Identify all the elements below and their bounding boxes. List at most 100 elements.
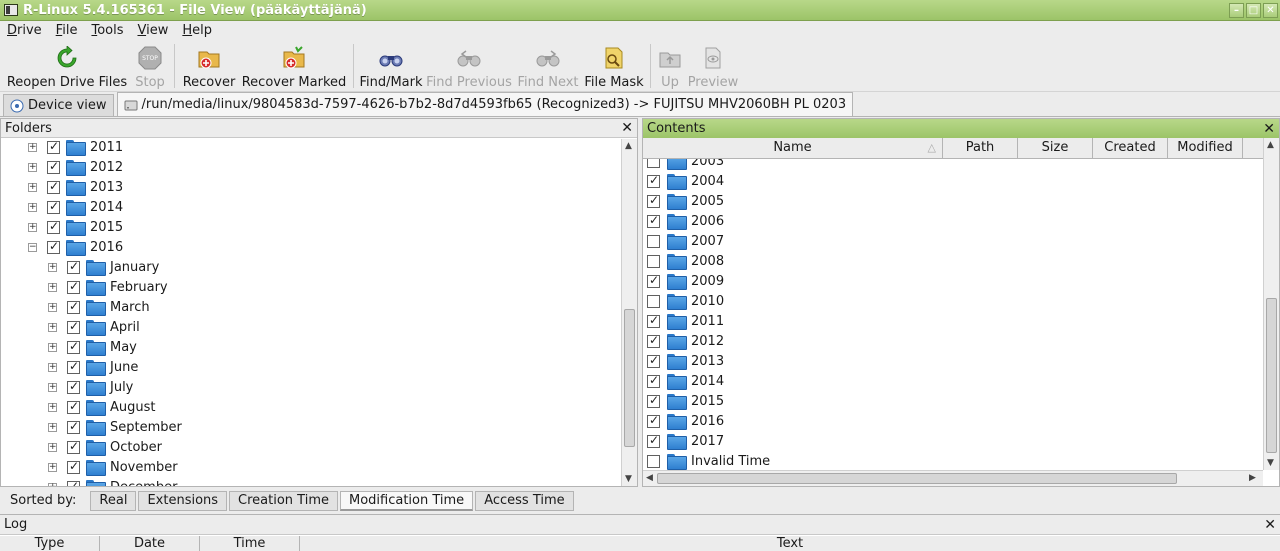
column-header-modified[interactable]: Modified (1168, 138, 1243, 158)
folder-checkbox[interactable] (47, 199, 60, 214)
expand-collapse-icon[interactable]: + (28, 162, 37, 172)
scroll-up-icon[interactable]: ▲ (1267, 140, 1274, 150)
folder-tree-item[interactable]: + May (48, 337, 137, 357)
column-header-size[interactable]: Size (1018, 138, 1093, 158)
expand-collapse-icon[interactable]: + (48, 302, 57, 312)
close-contents-pane-icon[interactable]: ✕ (1263, 122, 1275, 136)
expand-collapse-icon[interactable]: + (48, 402, 57, 412)
reopen-drive-files-button[interactable]: Reopen Drive Files (4, 41, 130, 92)
list-item[interactable]: Invalid Time (647, 451, 770, 470)
sort-extensions-button[interactable]: Extensions (138, 490, 228, 511)
folder-tree-item[interactable]: + February (48, 277, 168, 297)
folders-vertical-scrollbar[interactable]: ▲ ▼ (621, 139, 637, 486)
list-item[interactable]: 2014 (647, 371, 724, 391)
list-item[interactable]: 2009 (647, 271, 724, 291)
log-column-date[interactable]: Date (100, 536, 200, 551)
find-previous-button[interactable]: Find Previous (424, 41, 514, 92)
stop-button[interactable]: STOP Stop (130, 41, 170, 92)
list-item[interactable]: 2006 (647, 211, 724, 231)
folder-checkbox[interactable] (67, 439, 80, 454)
item-checkbox[interactable] (647, 454, 660, 468)
folder-checkbox[interactable] (47, 219, 60, 234)
item-checkbox[interactable] (647, 433, 660, 448)
item-checkbox[interactable] (647, 373, 660, 388)
item-checkbox[interactable] (647, 393, 660, 408)
column-header-path[interactable]: Path (943, 138, 1018, 158)
expand-collapse-icon[interactable]: + (48, 482, 57, 486)
sort-real-button[interactable]: Real (90, 490, 137, 511)
folder-checkbox[interactable] (67, 359, 80, 374)
expand-collapse-icon[interactable]: + (48, 322, 57, 332)
list-item[interactable]: 2017 (647, 431, 724, 451)
folder-tree-item[interactable]: + April (48, 317, 140, 337)
folder-checkbox[interactable] (67, 279, 80, 294)
expand-collapse-icon[interactable]: + (48, 362, 57, 372)
contents-horizontal-scrollbar[interactable]: ◀ ▶ (643, 470, 1263, 486)
find-next-button[interactable]: Find Next (514, 41, 582, 92)
up-button[interactable]: Up (655, 41, 685, 92)
expand-collapse-icon[interactable]: + (28, 202, 37, 212)
expand-collapse-icon[interactable]: + (48, 382, 57, 392)
maximize-button[interactable]: □ (1246, 2, 1261, 18)
item-checkbox[interactable] (647, 413, 660, 428)
folder-checkbox[interactable] (67, 479, 80, 486)
column-header-name[interactable]: Name △ (643, 138, 943, 158)
folder-checkbox[interactable] (67, 299, 80, 314)
expand-collapse-icon[interactable]: + (48, 422, 57, 432)
scroll-right-icon[interactable]: ▶ (1249, 473, 1256, 483)
folder-tree-item[interactable]: + July (48, 377, 133, 397)
file-mask-button[interactable]: File Mask (582, 41, 646, 92)
list-item[interactable]: 2007 (647, 231, 724, 251)
scroll-left-icon[interactable]: ◀ (646, 473, 653, 483)
item-checkbox[interactable] (647, 234, 660, 248)
list-item[interactable]: 2004 (647, 171, 724, 191)
item-checkbox[interactable] (647, 353, 660, 368)
folder-tree-item[interactable]: + October (48, 437, 162, 457)
expand-collapse-icon[interactable]: + (48, 442, 57, 452)
recover-button[interactable]: Recover (179, 41, 239, 92)
expand-collapse-icon[interactable]: + (48, 342, 57, 352)
folder-tree-item[interactable]: + November (48, 457, 178, 477)
folder-checkbox[interactable] (67, 339, 80, 354)
folder-tree-item[interactable]: + March (48, 297, 150, 317)
folder-tree-item[interactable]: +2013 (28, 177, 123, 197)
close-log-pane-icon[interactable]: ✕ (1264, 518, 1276, 532)
item-checkbox[interactable] (647, 294, 660, 308)
scrollbar-thumb[interactable] (657, 473, 1177, 484)
folder-checkbox[interactable] (47, 179, 60, 194)
folder-tree-item[interactable]: + August (48, 397, 156, 417)
close-folders-pane-icon[interactable]: ✕ (621, 121, 633, 135)
sort-access-time-button[interactable]: Access Time (475, 490, 574, 511)
item-checkbox[interactable] (647, 273, 660, 288)
item-checkbox[interactable] (647, 254, 660, 268)
folder-tree-item[interactable]: − 2016 (28, 237, 123, 257)
scroll-down-icon[interactable]: ▼ (625, 474, 632, 484)
minimize-button[interactable]: – (1229, 2, 1244, 18)
menu-drive[interactable]: Drive (0, 23, 49, 38)
contents-vertical-scrollbar[interactable]: ▲ ▼ (1263, 138, 1279, 470)
folder-tree-item[interactable]: +2011 (28, 139, 123, 157)
sort-modification-time-button[interactable]: Modification Time (340, 490, 474, 511)
folder-checkbox[interactable] (67, 399, 80, 414)
log-column-text[interactable]: Text (300, 536, 1280, 551)
sort-creation-time-button[interactable]: Creation Time (229, 490, 338, 511)
folder-checkbox[interactable] (67, 419, 80, 434)
list-item[interactable]: 2003 (647, 159, 724, 171)
menu-help[interactable]: Help (175, 23, 219, 38)
menu-tools[interactable]: Tools (84, 23, 130, 38)
preview-button[interactable]: Preview (685, 41, 741, 92)
expand-collapse-icon[interactable]: + (48, 462, 57, 472)
list-item[interactable]: 2012 (647, 331, 724, 351)
scrollbar-thumb[interactable] (1266, 298, 1277, 453)
folder-checkbox[interactable] (67, 259, 80, 274)
item-checkbox[interactable] (647, 159, 660, 168)
menu-file[interactable]: File (49, 23, 85, 38)
scroll-down-icon[interactable]: ▼ (1267, 458, 1274, 468)
list-item[interactable]: 2011 (647, 311, 724, 331)
expand-collapse-icon[interactable]: + (28, 182, 37, 192)
item-checkbox[interactable] (647, 173, 660, 188)
item-checkbox[interactable] (647, 313, 660, 328)
folder-checkbox[interactable] (47, 239, 60, 254)
folder-tree-item[interactable]: +2015 (28, 217, 123, 237)
list-item[interactable]: 2015 (647, 391, 724, 411)
